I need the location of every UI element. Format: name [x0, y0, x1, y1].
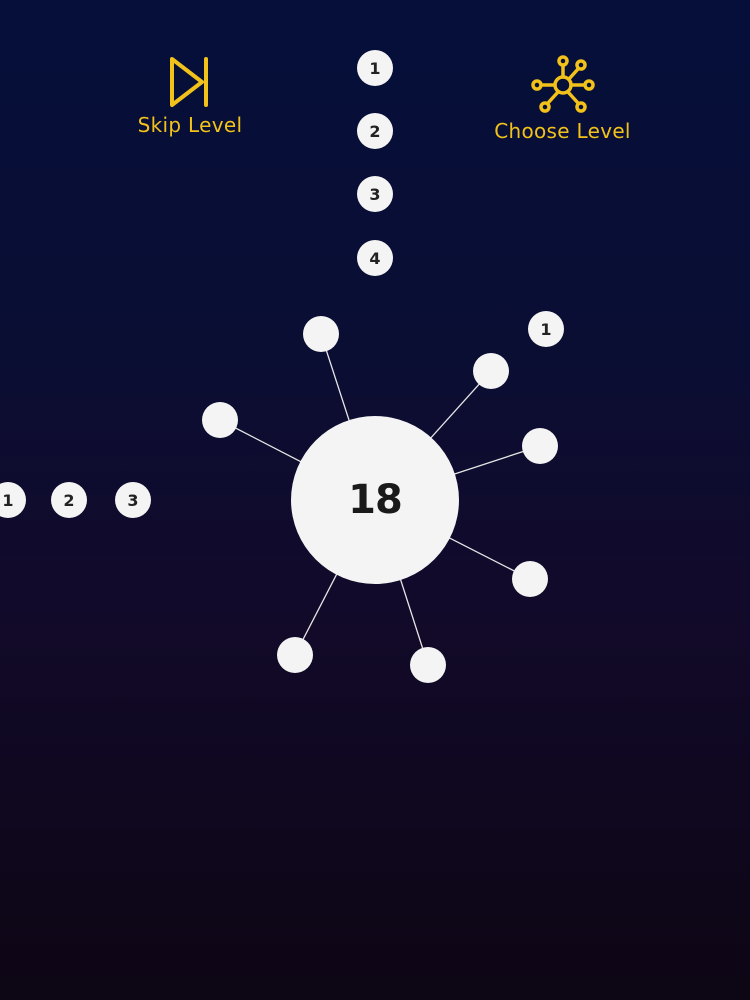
flying-ball: 1 [528, 311, 564, 347]
queue-ball: 1 [357, 50, 393, 86]
skip-forward-icon [170, 57, 208, 107]
choose-level-button[interactable]: Choose Level [470, 55, 655, 143]
balls-remaining-count: 18 [348, 477, 403, 523]
queue-ball: 4 [357, 240, 393, 276]
target-hub[interactable]: 18 [291, 416, 459, 584]
stuck-ball [202, 402, 238, 438]
stuck-ball [277, 637, 313, 673]
stuck-ball [473, 353, 509, 389]
skip-level-button[interactable]: Skip Level [120, 55, 260, 137]
queue-ball: 2 [357, 113, 393, 149]
stuck-ball [410, 647, 446, 683]
stuck-ball [522, 428, 558, 464]
stuck-ball [303, 316, 339, 352]
queue-ball: 3 [115, 482, 151, 518]
stuck-ball [512, 561, 548, 597]
choose-level-label: Choose Level [494, 119, 631, 143]
network-nodes-icon [530, 55, 595, 113]
queue-ball: 3 [357, 176, 393, 212]
skip-level-label: Skip Level [137, 113, 243, 137]
queue-ball: 2 [51, 482, 87, 518]
